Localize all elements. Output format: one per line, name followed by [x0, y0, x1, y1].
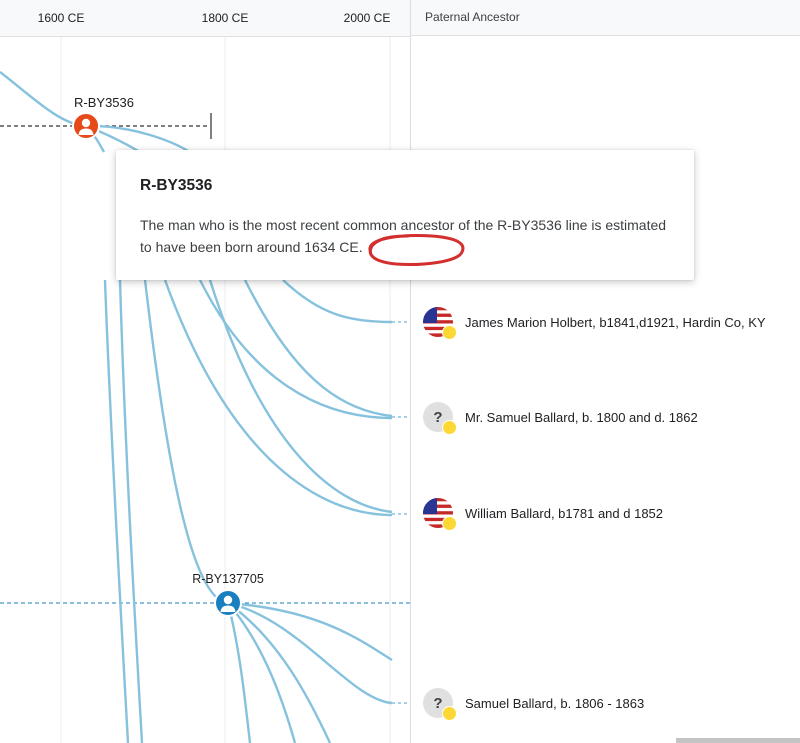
branch-sub-4 — [226, 602, 252, 743]
coin-icon — [442, 420, 457, 435]
node-tooltip: R-BY3536 The man who is the most recent … — [116, 150, 694, 280]
ancestor-name: Mr. Samuel Ballard, b. 1800 and d. 1862 — [465, 409, 698, 425]
node-r-by3536[interactable] — [72, 112, 100, 140]
branch-to-r-by137705 — [143, 279, 229, 605]
person-icon — [78, 118, 94, 135]
branch-to-holbert — [282, 279, 393, 324]
badge: ? — [423, 402, 457, 435]
branch-deep-2 — [103, 279, 130, 743]
tick-1600: 1600 CE — [37, 11, 85, 25]
badge — [423, 498, 457, 531]
coin-icon — [442, 706, 457, 721]
tick-1800: 1800 CE — [201, 11, 249, 25]
coin-icon — [442, 325, 457, 340]
paternal-ancestor-header: Paternal Ancestor — [410, 0, 800, 36]
ancestor-row[interactable]: ? Samuel Ballard, b. 1806 - 1863 — [423, 687, 645, 721]
branch-to-mr-samuel-1 — [198, 279, 393, 420]
annotation-circle — [368, 234, 465, 266]
ancestor-name: Samuel Ballard, b. 1806 - 1863 — [465, 695, 645, 711]
ancestor-row[interactable]: James Marion Holbert, b1841,d1921, Hardi… — [423, 306, 766, 340]
tick-2000: 2000 CE — [343, 11, 391, 25]
badge: ? — [423, 688, 457, 721]
node-label-r-by3536: R-BY3536 — [74, 95, 134, 110]
node-r-by137705[interactable] — [214, 589, 242, 617]
tooltip-year: 1634 CE — [304, 239, 359, 255]
ancestor-list — [410, 36, 800, 743]
ancestor-name: William Ballard, b1781 and d 1852 — [465, 505, 664, 521]
column-title: Paternal Ancestor — [425, 10, 520, 24]
timeline-axis: 1600 CE 1800 CE 2000 CE — [0, 0, 410, 37]
badge — [423, 307, 457, 340]
branch-to-mr-samuel-2 — [243, 279, 393, 418]
coin-icon — [442, 516, 457, 531]
ancestor-row[interactable]: William Ballard, b1781 and d 1852 — [423, 497, 664, 531]
branch-sub-3 — [227, 602, 297, 743]
node-label-r-by137705: R-BY137705 — [192, 572, 264, 586]
branch-to-william — [163, 279, 393, 517]
horizontal-scrollbar[interactable] — [676, 738, 800, 743]
person-icon — [220, 595, 236, 612]
tooltip-title: R-BY3536 — [140, 177, 213, 194]
tree-view: 1600 CE 1800 CE 2000 CE Paternal Ancesto… — [0, 0, 800, 743]
ancestor-name: James Marion Holbert, b1841,d1921, Hardi… — [465, 314, 766, 330]
ancestor-row[interactable]: ? Mr. Samuel Ballard, b. 1800 and d. 186… — [423, 401, 698, 435]
